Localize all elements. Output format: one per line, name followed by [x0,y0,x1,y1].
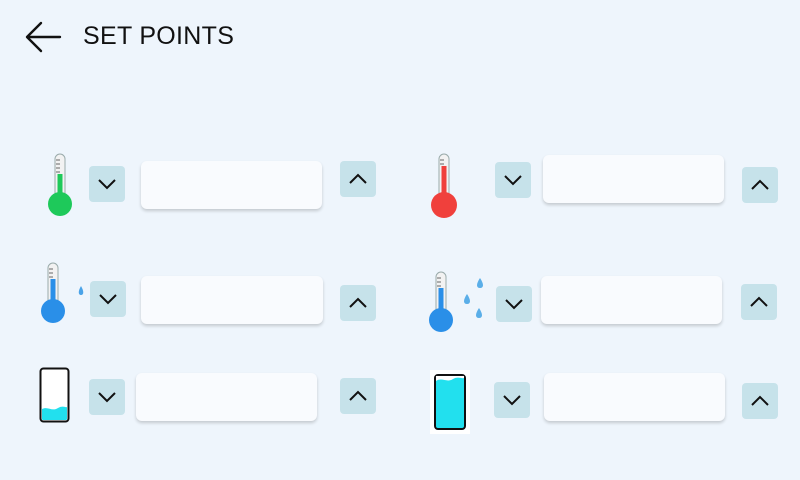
chevron-down-icon [98,179,116,190]
temperature-humidity-low-decrease-button[interactable] [90,281,126,317]
back-button[interactable] [22,18,64,56]
page-title: SET POINTS [83,22,235,50]
temperature-high-increase-button[interactable] [742,167,778,203]
chevron-down-icon [504,175,522,186]
chevron-up-icon [751,179,769,190]
temperature-humidity-high-decrease-button[interactable] [496,286,532,322]
thermometer-blue-droplet-icon [41,262,84,323]
temperature-humidity-low-input[interactable] [141,276,323,324]
chevron-down-icon [505,299,523,310]
arrow-left-icon [25,21,62,53]
temperature-high-decrease-button[interactable] [495,162,531,198]
chevron-up-icon [349,297,367,308]
thermometer-green-icon [48,153,72,216]
level-low-decrease-button[interactable] [89,379,125,415]
level-low-input[interactable] [136,373,317,421]
temperature-low-input[interactable] [141,161,322,209]
thermometer-red-icon [431,153,457,218]
temperature-low-decrease-button[interactable] [89,166,125,202]
temperature-high-input[interactable] [543,155,724,203]
thermometer-blue-droplets-icon [429,271,483,332]
tank-low-icon [39,367,70,423]
level-high-increase-button[interactable] [742,383,778,419]
chevron-up-icon [349,173,367,184]
chevron-down-icon [503,395,521,406]
temperature-humidity-high-increase-button[interactable] [741,284,777,320]
chevron-up-icon [750,296,768,307]
temperature-low-increase-button[interactable] [340,161,376,197]
chevron-up-icon [751,395,769,406]
temperature-humidity-low-increase-button[interactable] [340,285,376,321]
chevron-down-icon [99,294,117,305]
chevron-up-icon [349,390,367,401]
level-low-increase-button[interactable] [340,378,376,414]
level-high-input[interactable] [544,373,725,421]
tank-full-icon [430,370,470,434]
temperature-humidity-high-input[interactable] [541,276,722,324]
header: SET POINTS [0,0,800,72]
chevron-down-icon [98,392,116,403]
level-high-decrease-button[interactable] [494,382,530,418]
